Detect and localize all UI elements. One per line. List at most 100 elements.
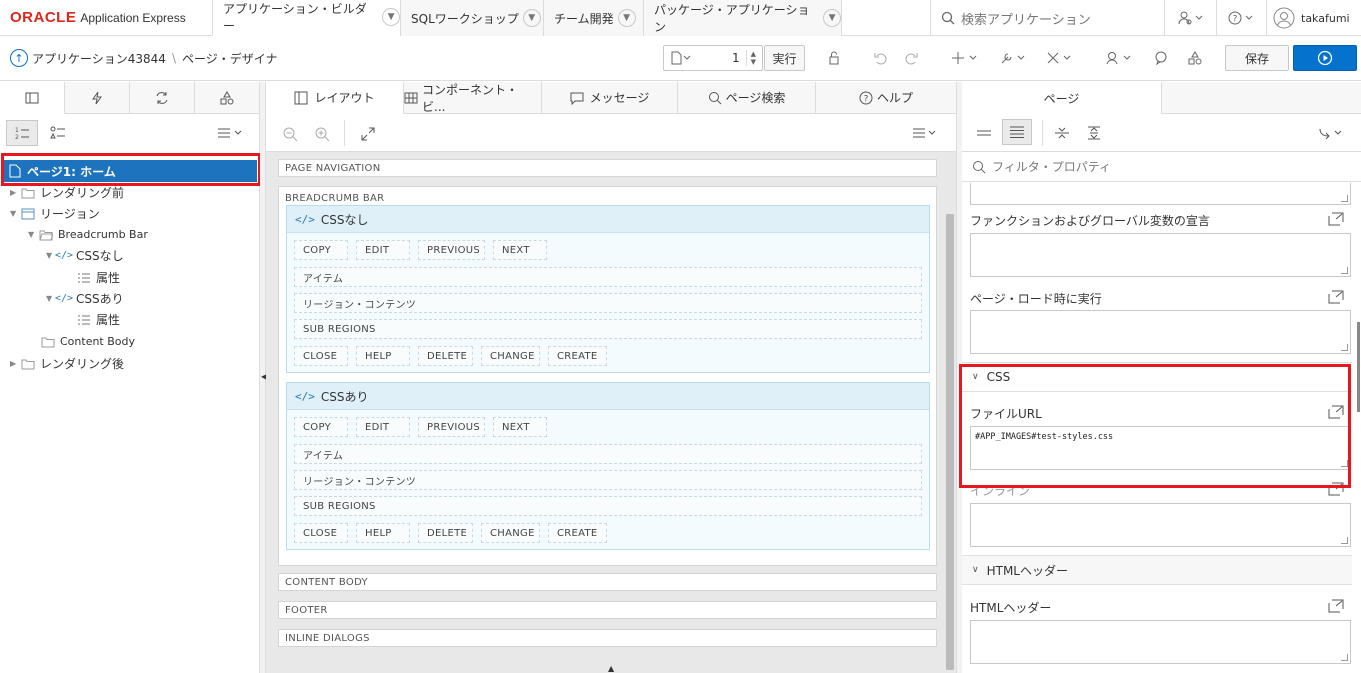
html-header-textarea[interactable] bbox=[970, 620, 1351, 664]
expand-arrow-icon[interactable]: ▶ bbox=[10, 188, 20, 197]
tab-page-search[interactable]: ページ検索 bbox=[678, 82, 816, 114]
button-position-slot[interactable]: NEXT bbox=[493, 240, 547, 260]
items-slot[interactable]: アイテム bbox=[294, 444, 922, 464]
region-content-slot[interactable]: リージョン・コンテンツ bbox=[294, 293, 922, 313]
button-position-slot[interactable]: EDIT bbox=[356, 240, 410, 260]
admin-menu-button[interactable] bbox=[1164, 0, 1216, 36]
chevron-down-icon[interactable]: ▼ bbox=[382, 8, 400, 26]
button-position-slot[interactable]: HELP bbox=[356, 346, 410, 366]
tree-node-attributes[interactable]: 属性 bbox=[76, 267, 120, 288]
items-slot[interactable]: アイテム bbox=[294, 267, 922, 287]
oracle-apex-logo[interactable]: ORACLE Application Express bbox=[10, 9, 186, 26]
region-content-slot[interactable]: リージョン・コンテンツ bbox=[294, 470, 922, 490]
on-load-textarea[interactable] bbox=[970, 310, 1351, 354]
chevron-down-icon[interactable]: ▼ bbox=[522, 9, 541, 27]
button-position-slot[interactable]: PREVIOUS bbox=[418, 240, 485, 260]
button-position-slot[interactable]: CLOSE bbox=[294, 346, 348, 366]
footer-position[interactable]: FOOTER bbox=[278, 601, 937, 619]
run-page-button[interactable]: 実行 bbox=[764, 45, 805, 71]
sub-regions-slot[interactable]: SUB REGIONS bbox=[294, 319, 922, 339]
tab-shared-components[interactable] bbox=[195, 82, 260, 114]
button-position-slot[interactable]: COPY bbox=[294, 417, 348, 437]
show-common-icon[interactable] bbox=[976, 126, 992, 140]
button-position-slot[interactable]: EDIT bbox=[356, 417, 410, 437]
layout-menu-button[interactable] bbox=[912, 126, 940, 140]
content-body-position[interactable]: CONTENT BODY bbox=[278, 573, 937, 591]
region-card[interactable]: </> CSSなし COPY EDIT PREVIOUS NEXT アイテムリージョン・コン… bbox=[286, 205, 930, 373]
function-declaration-textarea[interactable] bbox=[970, 233, 1351, 277]
button-position-slot[interactable]: PREVIOUS bbox=[418, 417, 485, 437]
save-and-run-button[interactable] bbox=[1293, 45, 1357, 71]
go-to-group-icon[interactable] bbox=[1318, 126, 1346, 140]
breadcrumb-app-link[interactable]: アプリケーション43844 bbox=[32, 50, 166, 67]
tab-component-view[interactable]: コンポーネント・ビ... bbox=[404, 82, 542, 114]
lock-icon[interactable] bbox=[822, 47, 846, 69]
show-all-icon[interactable] bbox=[1002, 119, 1032, 145]
inline-css-textarea[interactable] bbox=[970, 503, 1351, 547]
expand-arrow-icon[interactable]: ▶ bbox=[10, 359, 20, 368]
button-position-slot[interactable]: HELP bbox=[356, 523, 410, 543]
tree-node-regions[interactable]: ▼ リージョン bbox=[10, 203, 100, 224]
region-card[interactable]: </> CSSあり COPY EDIT PREVIOUS NEXT アイテムリージョン・コン… bbox=[286, 382, 930, 550]
tab-rendering[interactable] bbox=[0, 82, 65, 114]
tree-node-content-body[interactable]: Content Body bbox=[40, 331, 135, 352]
collapse-bottom-icon[interactable]: ▲ bbox=[608, 664, 614, 673]
tab-team-dev[interactable]: チーム開発 ▼ bbox=[543, 0, 643, 36]
sub-regions-slot[interactable]: SUB REGIONS bbox=[294, 496, 922, 516]
tab-messages[interactable]: メッセージ bbox=[542, 82, 678, 114]
page-navigation-position[interactable]: PAGE NAVIGATION bbox=[278, 159, 937, 177]
create-menu-button[interactable] bbox=[950, 47, 982, 69]
page-selector[interactable]: 1 ▲ ▼ bbox=[663, 45, 763, 71]
chevron-down-icon[interactable]: ▼ bbox=[617, 9, 636, 27]
button-position-slot[interactable]: CREATE bbox=[548, 523, 607, 543]
chevron-down-icon[interactable]: ▼ bbox=[823, 9, 841, 27]
component-view-button[interactable] bbox=[44, 120, 72, 146]
expand-all-icon[interactable] bbox=[1086, 126, 1102, 140]
collapse-arrow-icon[interactable]: ▼ bbox=[10, 209, 20, 218]
tab-processing[interactable] bbox=[130, 82, 195, 114]
property-scrollbar[interactable] bbox=[1357, 322, 1360, 412]
user-menu-button[interactable]: takafumi bbox=[1266, 0, 1361, 36]
tree-node-after-rendering[interactable]: ▶ レンダリング後 bbox=[10, 353, 124, 374]
layout-scrollbar[interactable] bbox=[946, 214, 954, 670]
tab-app-builder[interactable]: アプリケーション・ビルダー ▼ bbox=[212, 0, 400, 36]
collapse-arrow-icon[interactable]: ▼ bbox=[28, 230, 38, 239]
save-button[interactable]: 保存 bbox=[1225, 45, 1289, 71]
expand-icon[interactable] bbox=[360, 126, 376, 142]
expand-editor-icon[interactable] bbox=[1328, 290, 1344, 304]
team-dev-icon[interactable] bbox=[1104, 47, 1136, 69]
tree-view-button[interactable]: 12 bbox=[6, 120, 38, 146]
button-position-slot[interactable]: CHANGE bbox=[481, 346, 540, 366]
button-position-slot[interactable]: CREATE bbox=[548, 346, 607, 366]
utilities-wrench-icon[interactable] bbox=[998, 47, 1030, 69]
collapse-all-icon[interactable] bbox=[1054, 126, 1070, 140]
button-position-slot[interactable]: CLOSE bbox=[294, 523, 348, 543]
breadcrumb-bar-position[interactable]: BREADCRUMB BAR </> CSSなし COPY EDIT PREVIOUS N… bbox=[278, 186, 937, 566]
tab-help[interactable]: ? ヘルプ bbox=[816, 82, 956, 114]
button-position-slot[interactable]: CHANGE bbox=[481, 523, 540, 543]
page-number[interactable]: 1 bbox=[732, 51, 740, 65]
tab-dynamic-actions[interactable] bbox=[65, 82, 130, 114]
filter-properties-input[interactable]: フィルタ・プロパティ bbox=[962, 152, 1361, 182]
help-menu-button[interactable]: ? bbox=[1216, 0, 1266, 36]
undo-icon[interactable] bbox=[868, 47, 892, 69]
region-header[interactable]: </> CSSなし bbox=[287, 206, 929, 233]
zoom-in-icon[interactable] bbox=[314, 126, 330, 142]
button-position-slot[interactable]: DELETE bbox=[418, 523, 473, 543]
button-position-slot[interactable]: COPY bbox=[294, 240, 348, 260]
stepper-icon[interactable]: ▲ ▼ bbox=[745, 50, 756, 66]
button-position-slot[interactable]: DELETE bbox=[418, 346, 473, 366]
region-header[interactable]: </> CSSあり bbox=[287, 383, 929, 410]
tree-node-css-none[interactable]: ▼ </> CSSなし bbox=[46, 245, 124, 266]
app-search-input[interactable]: 検索アプリケーション bbox=[930, 0, 1164, 36]
tree-menu-button[interactable] bbox=[216, 126, 246, 142]
shared-components-icon[interactable] bbox=[1044, 47, 1076, 69]
shapes-icon[interactable] bbox=[1184, 47, 1206, 69]
zoom-out-icon[interactable] bbox=[282, 126, 298, 142]
tree-node-breadcrumb-bar[interactable]: ▼ Breadcrumb Bar bbox=[28, 224, 148, 245]
tab-layout[interactable]: レイアウト bbox=[266, 82, 404, 114]
up-arrow-icon[interactable]: ↑ bbox=[10, 49, 28, 67]
tree-node-css-with[interactable]: ▼ </> CSSあり bbox=[46, 288, 124, 309]
previous-property-textarea[interactable] bbox=[970, 183, 1351, 205]
button-position-slot[interactable]: NEXT bbox=[493, 417, 547, 437]
